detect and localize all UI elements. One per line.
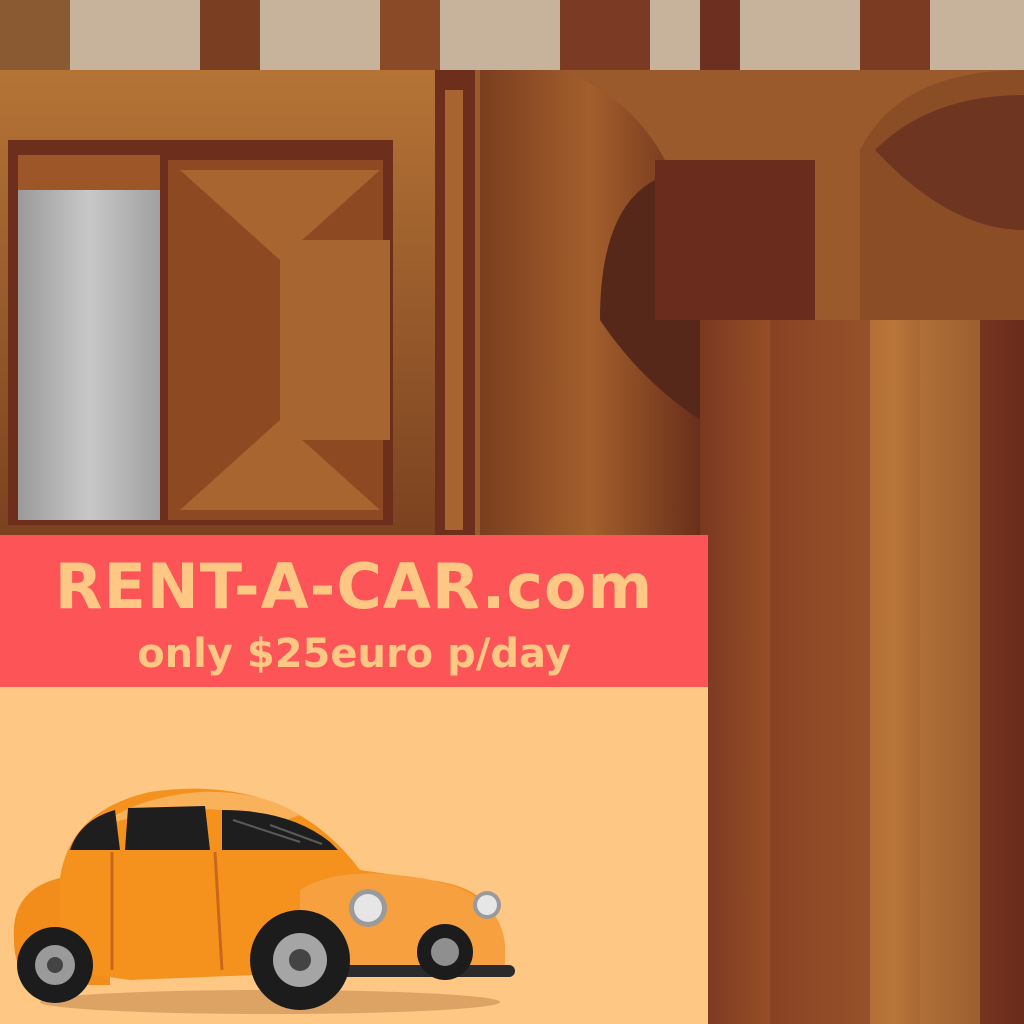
car-icon: [13, 788, 515, 1014]
ad-price-tagline: only $25euro p/day: [137, 631, 571, 677]
ad-headline: RENT-A-CAR.com: [54, 550, 654, 623]
